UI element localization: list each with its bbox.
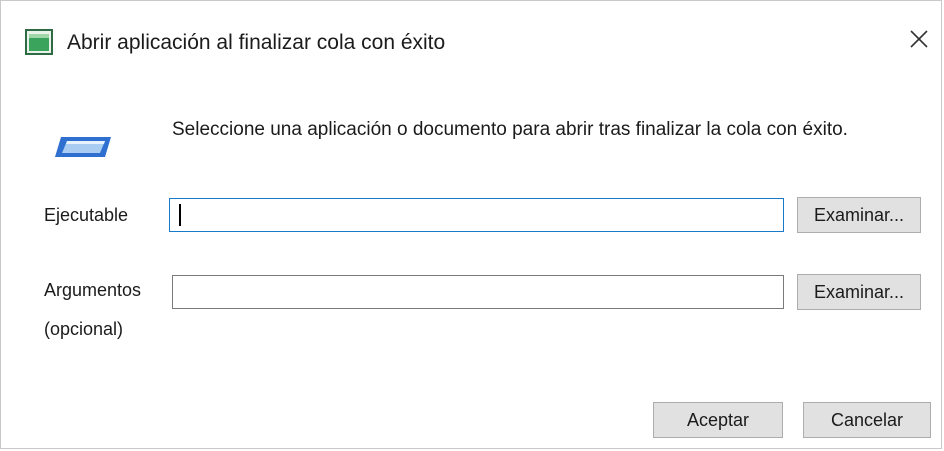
app-window-icon: [25, 29, 53, 55]
dialog-title: Abrir aplicación al finalizar cola con é…: [67, 31, 446, 54]
accept-button[interactable]: Aceptar: [653, 402, 783, 438]
title-bar[interactable]: Abrir aplicación al finalizar cola con é…: [1, 1, 941, 83]
intro-text: Seleccione una aplicación o documento pa…: [172, 119, 848, 140]
dialog-window: Abrir aplicación al finalizar cola con é…: [0, 0, 942, 449]
arguments-browse-button[interactable]: Examinar...: [797, 274, 921, 310]
cancel-button[interactable]: Cancelar: [803, 402, 931, 438]
close-icon: [905, 23, 935, 53]
executable-browse-button[interactable]: Examinar...: [797, 197, 921, 233]
arguments-input[interactable]: [172, 275, 784, 309]
arguments-optional-label: (opcional): [44, 319, 124, 339]
arguments-label: Argumentos: [44, 280, 142, 300]
text-caret: [179, 204, 181, 226]
close-button[interactable]: [905, 23, 935, 53]
executable-label: Ejecutable: [44, 205, 129, 225]
application-window-icon: [53, 133, 113, 161]
executable-input[interactable]: [169, 198, 784, 232]
